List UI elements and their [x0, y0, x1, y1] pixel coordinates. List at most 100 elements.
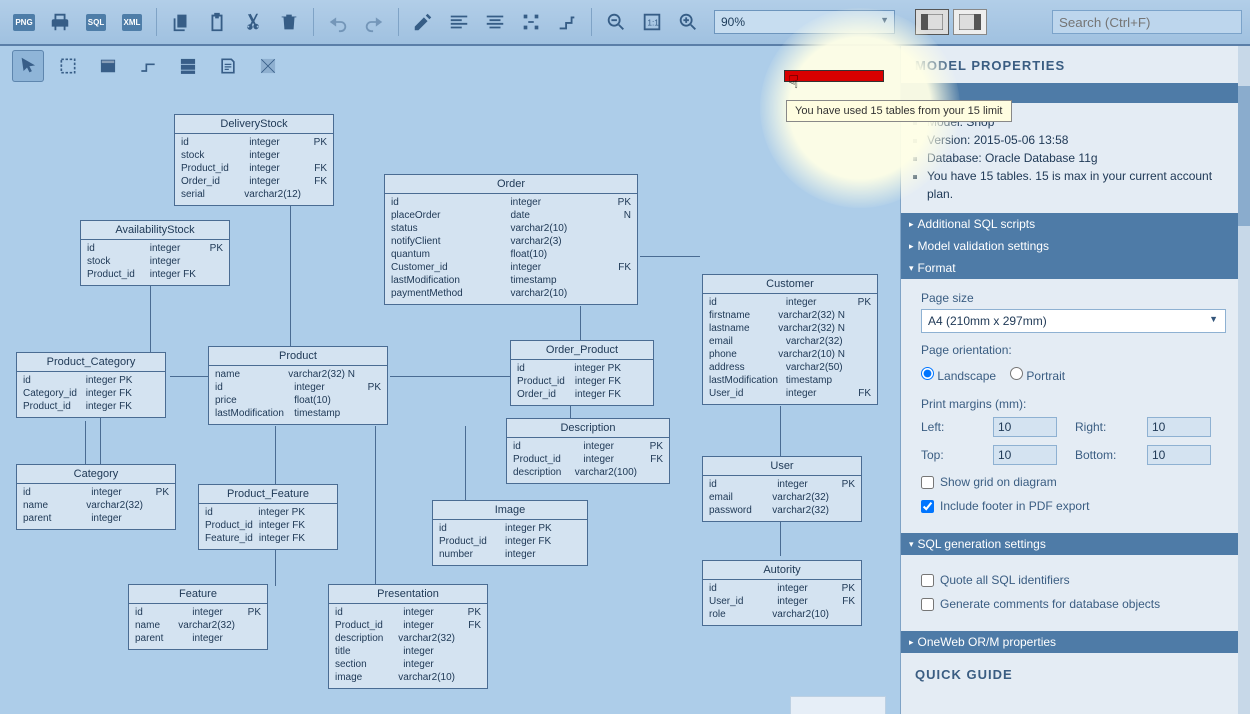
portrait-radio[interactable]: [1010, 367, 1023, 380]
entity-columns: idintegerPKemailvarchar2(32)passwordvarc…: [703, 476, 861, 521]
route-button[interactable]: [551, 6, 583, 38]
chevron-right-icon: ▸: [909, 637, 914, 648]
pointer-tool[interactable]: [12, 50, 44, 82]
panel-scrollbar[interactable]: [1238, 46, 1250, 714]
entity-deliverystock[interactable]: DeliveryStock idintegerPKstockintegerPro…: [174, 114, 334, 206]
entity-user[interactable]: User idintegerPKemailvarchar2(32)passwor…: [702, 456, 862, 522]
undo-button[interactable]: [322, 6, 354, 38]
entity-productfeature[interactable]: Product_Feature idinteger PKProduct_idin…: [198, 484, 338, 550]
column-row: stockinteger: [87, 255, 223, 268]
model-info-item: You have 15 tables. 15 is max in your cu…: [927, 167, 1228, 203]
entity-description[interactable]: Description idintegerPKProduct_idinteger…: [506, 418, 670, 484]
cut-button[interactable]: [237, 6, 269, 38]
entity-presentation[interactable]: Presentation idintegerPKProduct_idintege…: [328, 584, 488, 689]
entity-image[interactable]: Image idinteger PKProduct_idinteger FKnu…: [432, 500, 588, 566]
page-size-select[interactable]: [921, 309, 1226, 333]
column-row: idintegerPK: [391, 196, 631, 209]
entity-category[interactable]: Category idintegerPKnamevarchar2(32)pare…: [16, 464, 176, 530]
entity-autority[interactable]: Autority idintegerPKUser_idintegerFKrole…: [702, 560, 862, 626]
margin-bottom-input[interactable]: [1147, 445, 1211, 465]
search-input[interactable]: [1052, 10, 1242, 34]
chevron-right-icon: ▸: [909, 241, 914, 252]
zoom-out-button[interactable]: [600, 6, 632, 38]
column-row: namevarchar2(32) N: [215, 368, 381, 381]
zoom-level-select-wrap: [708, 10, 895, 34]
note-tool[interactable]: [212, 50, 244, 82]
zoom-fit-button[interactable]: 1:1: [636, 6, 668, 38]
toolbar-separator: [591, 8, 592, 36]
edit-button[interactable]: [407, 6, 439, 38]
column-row: Feature_idinteger FK: [205, 532, 331, 545]
export-sql-button[interactable]: SQL: [80, 6, 112, 38]
entity-title: Product: [209, 347, 387, 366]
column-row: descriptionvarchar2(32): [335, 632, 481, 645]
right-panel-toggle[interactable]: [953, 9, 987, 35]
section-sqlgen[interactable]: ▾SQL generation settings: [901, 533, 1242, 555]
entity-order[interactable]: Order idintegerPKplaceOrderdateNstatusva…: [384, 174, 638, 305]
region-tool[interactable]: [252, 50, 284, 82]
scrollbar-thumb[interactable]: [1238, 86, 1250, 226]
generate-comments-checkbox[interactable]: [921, 598, 934, 611]
distribute-button[interactable]: [515, 6, 547, 38]
show-grid-checkbox[interactable]: [921, 476, 934, 489]
table-tool[interactable]: [92, 50, 124, 82]
export-xml-button[interactable]: XML: [116, 6, 148, 38]
redo-button[interactable]: [358, 6, 390, 38]
quote-identifiers-label: Quote all SQL identifiers: [940, 573, 1070, 587]
entity-title: Feature: [129, 585, 267, 604]
relation-tool[interactable]: [132, 50, 164, 82]
column-row: Product_idintegerFK: [513, 453, 663, 466]
entity-columns: idintegerPKnamevarchar2(32)parentinteger: [129, 604, 267, 649]
sqlgen-body: Quote all SQL identifiers Generate comme…: [907, 555, 1236, 631]
paste-button[interactable]: [201, 6, 233, 38]
quote-identifiers-checkbox[interactable]: [921, 574, 934, 587]
section-format[interactable]: ▾Format: [901, 257, 1242, 279]
entity-feature[interactable]: Feature idintegerPKnamevarchar2(32)paren…: [128, 584, 268, 650]
column-row: descriptionvarchar2(100): [513, 466, 663, 479]
orientation-label: Page orientation:: [921, 343, 1226, 357]
entity-orderproduct[interactable]: Order_Product idinteger PKProduct_idinte…: [510, 340, 654, 406]
entity-columns: idintegerPKUser_idintegerFKrolevarchar2(…: [703, 580, 861, 625]
align-left-button[interactable]: [443, 6, 475, 38]
margin-right-input[interactable]: [1147, 417, 1211, 437]
section-orm[interactable]: ▸OneWeb OR/M properties: [901, 631, 1242, 653]
copy-button[interactable]: [165, 6, 197, 38]
include-footer-checkbox[interactable]: [921, 500, 934, 513]
toolbar-separator: [313, 8, 314, 36]
left-panel-toggle[interactable]: [915, 9, 949, 35]
entity-columns: idinteger PKCategory_idinteger FKProduct…: [17, 372, 165, 417]
orientation-portrait[interactable]: Portrait: [1010, 367, 1065, 383]
section-additional-sql[interactable]: ▸Additional SQL scripts: [901, 213, 1242, 235]
view-tool[interactable]: [172, 50, 204, 82]
marquee-tool[interactable]: [52, 50, 84, 82]
orientation-landscape[interactable]: Landscape: [921, 367, 996, 383]
margin-left-input[interactable]: [993, 417, 1057, 437]
entity-columns: idinteger PKProduct_idinteger FKnumberin…: [433, 520, 587, 565]
top-toolbar: PNG SQL XML 1:1: [0, 0, 1250, 46]
show-grid-label: Show grid on diagram: [940, 475, 1057, 489]
column-row: notifyClientvarchar2(3): [391, 235, 631, 248]
entity-customer[interactable]: Customer idintegerPKfirstnamevarchar2(32…: [702, 274, 878, 405]
landscape-radio[interactable]: [921, 367, 934, 380]
align-center-button[interactable]: [479, 6, 511, 38]
entity-title: Category: [17, 465, 175, 484]
entity-product[interactable]: Product namevarchar2(32) NidintegerPKpri…: [208, 346, 388, 425]
entity-productcategory[interactable]: Product_Category idinteger PKCategory_id…: [16, 352, 166, 418]
margin-top-input[interactable]: [993, 445, 1057, 465]
entity-availabilitystock[interactable]: AvailabilityStock idintegerPKstockintege…: [80, 220, 230, 286]
delete-button[interactable]: [273, 6, 305, 38]
format-body: Page size Page orientation: Landscape Po…: [907, 279, 1236, 533]
print-button[interactable]: [44, 6, 76, 38]
zoom-level-select[interactable]: [714, 10, 895, 34]
usage-meter[interactable]: [784, 70, 884, 82]
column-row: Product_idinteger FK: [517, 375, 647, 388]
diagram-canvas[interactable]: DeliveryStock idintegerPKstockintegerPro…: [0, 86, 900, 714]
generate-comments-label: Generate comments for database objects: [940, 597, 1160, 611]
column-row: idintegerPK: [181, 136, 327, 149]
export-png-button[interactable]: PNG: [8, 6, 40, 38]
column-row: imagevarchar2(10): [335, 671, 481, 684]
zoom-in-button[interactable]: [672, 6, 704, 38]
column-row: parentinteger: [135, 632, 261, 645]
column-row: phonevarchar2(10) N: [709, 348, 871, 361]
section-validation[interactable]: ▸Model validation settings: [901, 235, 1242, 257]
